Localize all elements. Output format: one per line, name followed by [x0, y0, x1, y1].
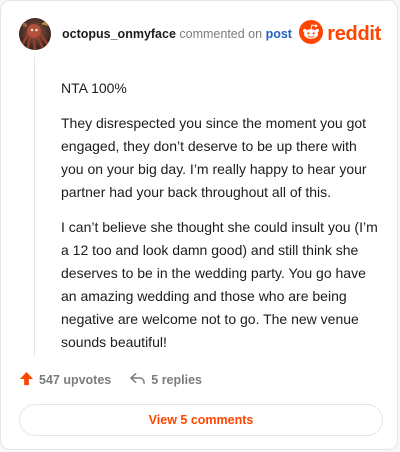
reply-arrow-icon [129, 371, 146, 389]
reply-count: 5 replies [151, 373, 202, 387]
upvote-button[interactable]: 547 upvotes [19, 371, 111, 389]
thread-line [34, 57, 35, 357]
reply-button[interactable]: 5 replies [129, 371, 202, 389]
comment-card: octopus_onmyface commented on post reddi… [0, 0, 398, 450]
comment-author[interactable]: octopus_onmyface [62, 27, 176, 41]
comment-header: octopus_onmyface commented on post reddi… [19, 17, 381, 51]
comment-paragraph: NTA 100% [61, 80, 127, 96]
reddit-logo-icon [299, 19, 324, 49]
comment-body: NTA 100% They disrespected you since the… [61, 77, 379, 366]
comment-paragraph: I can’t believe she thought she could in… [61, 219, 378, 350]
upvote-arrow-icon [19, 371, 34, 389]
view-comments-button[interactable]: View 5 comments [19, 404, 383, 436]
byline-action-text: commented on [179, 27, 263, 41]
reddit-wordmark: reddit [327, 22, 381, 45]
user-avatar[interactable] [19, 18, 51, 50]
comment-byline: octopus_onmyface commented on post [62, 27, 292, 41]
reddit-brand[interactable]: reddit [299, 19, 381, 49]
comment-actions: 547 upvotes 5 replies [19, 369, 202, 391]
post-link[interactable]: post [266, 27, 292, 41]
upvote-count: 547 upvotes [39, 373, 112, 387]
comment-paragraph: They disrespected you since the moment y… [61, 115, 367, 200]
